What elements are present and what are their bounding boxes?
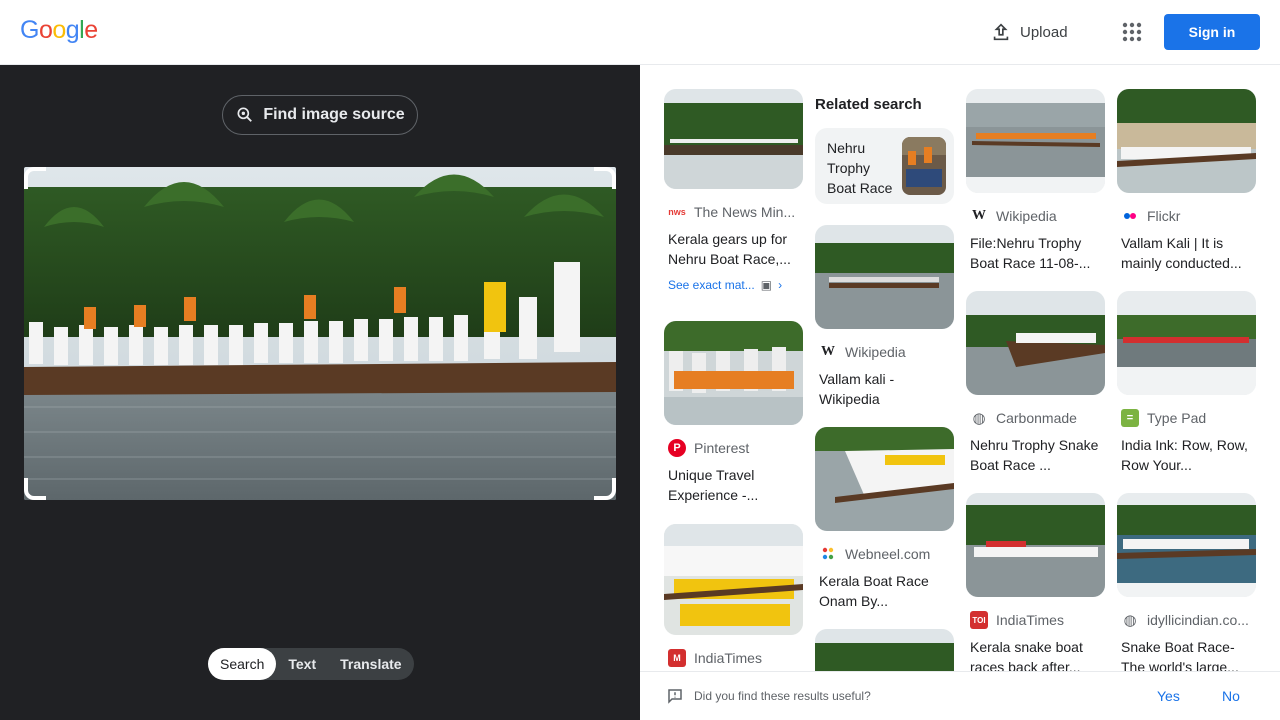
result-card[interactable]: W Wikipedia Vallam kali - Wikipedia (815, 225, 954, 409)
globe-icon: ◍ (972, 410, 986, 427)
film-icon: ▣ (760, 278, 773, 292)
crop-handle-bottom-left[interactable] (24, 478, 46, 500)
wikipedia-icon: W (972, 208, 986, 223)
result-source: idyllicindian.co... (1147, 612, 1249, 628)
result-title[interactable]: Kerala Boat Race Onam By... (815, 571, 954, 611)
feedback-yes-button[interactable]: Yes (1157, 688, 1180, 704)
result-source: Type Pad (1147, 410, 1207, 426)
result-thumbnail[interactable] (966, 291, 1105, 395)
crop-handle-bottom-right[interactable] (594, 478, 616, 500)
feedback-bar: Did you find these results useful? Yes N… (640, 671, 1280, 720)
result-thumbnail[interactable] (1117, 89, 1256, 193)
result-title[interactable]: Nehru Trophy Snake Boat Race ... (966, 435, 1105, 475)
result-thumbnail[interactable] (664, 524, 803, 635)
webneel-icon (819, 545, 837, 563)
result-source: Wikipedia (845, 344, 906, 360)
chevron-right-icon: › (778, 278, 783, 292)
result-title[interactable]: Kerala gears up for Nehru Boat Race,... (664, 229, 803, 269)
result-card[interactable]: Flickr Vallam Kali | It is mainly conduc… (1117, 89, 1256, 273)
apps-grid-icon[interactable] (1120, 20, 1144, 44)
result-thumbnail[interactable] (966, 493, 1105, 597)
result-card[interactable] (815, 629, 954, 671)
feedback-question: Did you find these results useful? (694, 689, 871, 703)
result-source: Wikipedia (996, 208, 1057, 224)
feedback-no-button[interactable]: No (1222, 688, 1240, 704)
result-card[interactable]: = Type Pad India Ink: Row, Row, Row Your.… (1117, 291, 1256, 475)
lens-search-icon (237, 107, 253, 122)
result-source: IndiaTimes (996, 612, 1064, 628)
related-search-label: Nehru Trophy Boat Race (827, 140, 893, 196)
result-source: The News Min... (694, 204, 796, 220)
result-card[interactable]: nws The News Min... Kerala gears up for N… (664, 89, 803, 292)
result-source: Pinterest (694, 440, 750, 456)
related-search-chip[interactable]: Nehru Trophy Boat Race (815, 128, 954, 204)
result-title[interactable]: Unique Travel Experience -... (664, 465, 803, 505)
see-exact-matches-link[interactable]: See exact mat... ▣ › (664, 278, 803, 292)
mode-tabs: Search Text Translate (208, 648, 414, 680)
crop-handle-top-left[interactable] (24, 167, 46, 189)
result-source: IndiaTimes (694, 650, 762, 666)
result-thumbnail[interactable] (1117, 493, 1256, 597)
result-thumbnail[interactable] (664, 89, 803, 189)
exact-match-label: See exact mat... (668, 278, 755, 292)
result-thumbnail[interactable] (815, 225, 954, 329)
globe-icon: ◍ (1123, 612, 1137, 629)
newsminute-icon: nws (668, 207, 686, 217)
upload-button[interactable]: Upload (990, 18, 1068, 46)
result-source: Carbonmade (996, 410, 1077, 426)
result-source: Flickr (1147, 208, 1181, 224)
query-image[interactable] (24, 167, 616, 500)
upload-icon (993, 23, 1009, 41)
related-search-thumbnail (902, 137, 946, 195)
tab-translate[interactable]: Translate (328, 648, 413, 680)
result-card[interactable]: P Pinterest Unique Travel Experience -... (664, 321, 803, 505)
result-title[interactable]: File:Nehru Trophy Boat Race 11-08-... (966, 233, 1105, 273)
flickr-icon (1121, 207, 1139, 225)
upload-label: Upload (1020, 23, 1068, 41)
result-card[interactable]: TOI IndiaTimes Kerala snake boat races ba… (966, 493, 1105, 671)
result-thumbnail[interactable] (664, 321, 803, 425)
results-pane: nws The News Min... Kerala gears up for N… (640, 65, 1280, 671)
pinterest-icon: P (668, 439, 686, 457)
result-card[interactable]: M IndiaTimes (664, 524, 803, 667)
logo-letter: G (20, 16, 39, 44)
typepad-icon: = (1121, 409, 1139, 427)
tab-search[interactable]: Search (208, 648, 277, 680)
find-image-source-label: Find image source (263, 106, 405, 123)
find-image-source-button[interactable]: Find image source (222, 95, 418, 135)
result-title[interactable]: Vallam Kali | It is mainly conducted... (1117, 233, 1256, 273)
result-card[interactable]: Webneel.com Kerala Boat Race Onam By... (815, 427, 954, 611)
result-card[interactable]: W Wikipedia File:Nehru Trophy Boat Race 1… (966, 89, 1105, 273)
result-thumbnail[interactable] (1117, 291, 1256, 395)
logo-letter: g (65, 16, 80, 44)
result-thumbnail[interactable] (966, 89, 1105, 193)
top-bar: Google Upload Sign in (0, 0, 1280, 65)
crop-handle-top-right[interactable] (594, 167, 616, 189)
result-source: Webneel.com (845, 546, 931, 562)
sign-in-button[interactable]: Sign in (1164, 14, 1260, 50)
indiatimes-icon: TOI (970, 611, 988, 629)
result-thumbnail[interactable] (815, 629, 954, 671)
result-card[interactable]: ◍ idyllicindian.co... Snake Boat Race- Th… (1117, 493, 1256, 671)
feedback-icon (668, 689, 682, 704)
result-title[interactable]: Vallam kali - Wikipedia (815, 369, 954, 409)
result-title[interactable]: Kerala snake boat races back after... (966, 637, 1105, 671)
result-title[interactable]: India Ink: Row, Row, Row Your... (1117, 435, 1256, 475)
tab-text[interactable]: Text (276, 648, 328, 680)
wikipedia-icon: W (821, 344, 835, 359)
indiatimes-icon: M (668, 649, 686, 667)
result-title[interactable]: Snake Boat Race- The world's large... (1117, 637, 1256, 671)
result-thumbnail[interactable] (815, 427, 954, 531)
logo-letter: e (84, 16, 98, 44)
result-card[interactable]: ◍ Carbonmade Nehru Trophy Snake Boat Race… (966, 291, 1105, 475)
google-logo[interactable]: Google (20, 16, 98, 45)
logo-letter: o (38, 16, 53, 44)
related-search-heading: Related search (815, 96, 922, 113)
logo-letter: o (52, 16, 66, 44)
